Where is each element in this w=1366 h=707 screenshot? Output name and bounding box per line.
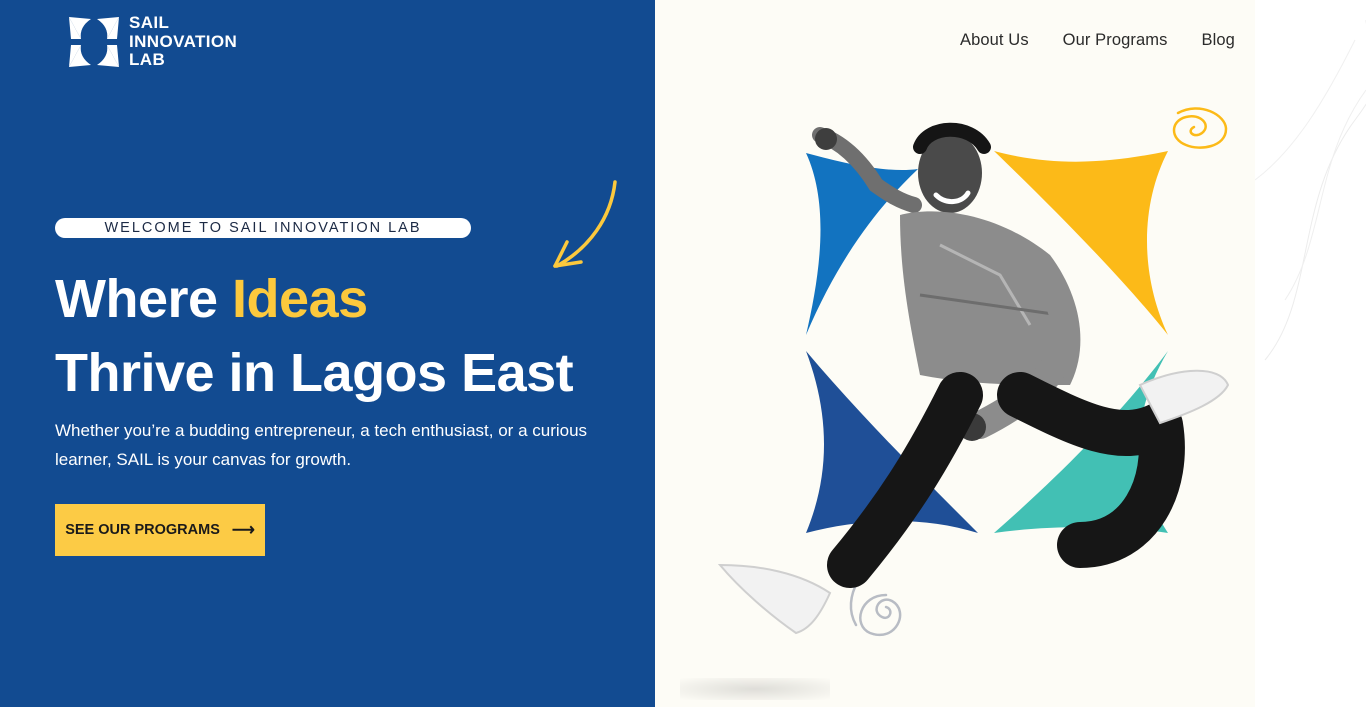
sail-logo-icon [69, 16, 119, 67]
nav-our-programs[interactable]: Our Programs [1063, 31, 1168, 50]
hero-description: Whether you’re a budding entrepreneur, a… [55, 421, 588, 469]
page-edge-background [1254, 0, 1366, 707]
headline-accent-ideas: Ideas [232, 269, 368, 329]
curved-arrow-doodle-icon [553, 180, 617, 268]
hero-headline: Where Ideas Thrive in Lagos East [55, 262, 574, 410]
brand-name: SAIL INNOVATION LAB [129, 13, 238, 70]
brand-name-line1: SAIL [129, 13, 170, 32]
squiggle-doodle-icon [1172, 107, 1228, 149]
headline-line2: Thrive in Lagos East [55, 343, 574, 403]
nav-blog[interactable]: Blog [1201, 31, 1234, 50]
decorative-lines [1254, 19, 1366, 361]
cta-label: SEE OUR PROGRAMS [65, 522, 220, 538]
hero-illustration [717, 107, 1230, 637]
brand-logo[interactable]: SAIL INNOVATION LAB [67, 13, 238, 70]
see-our-programs-button[interactable]: SEE OUR PROGRAMS ⟶ [55, 504, 265, 556]
headline-where: Where [55, 269, 233, 329]
arrow-right-icon: ⟶ [231, 522, 255, 539]
welcome-badge: WELCOME TO SAIL INNOVATION LAB [55, 218, 471, 238]
nav-about-us[interactable]: About Us [960, 31, 1029, 50]
brand-name-line3: LAB [129, 50, 166, 69]
spiral-doodle-icon [859, 593, 902, 637]
brand-name-line2: INNOVATION [129, 31, 238, 51]
main-nav: About Us Our Programs Blog [960, 31, 1235, 50]
jumping-person-image [717, 122, 1230, 635]
